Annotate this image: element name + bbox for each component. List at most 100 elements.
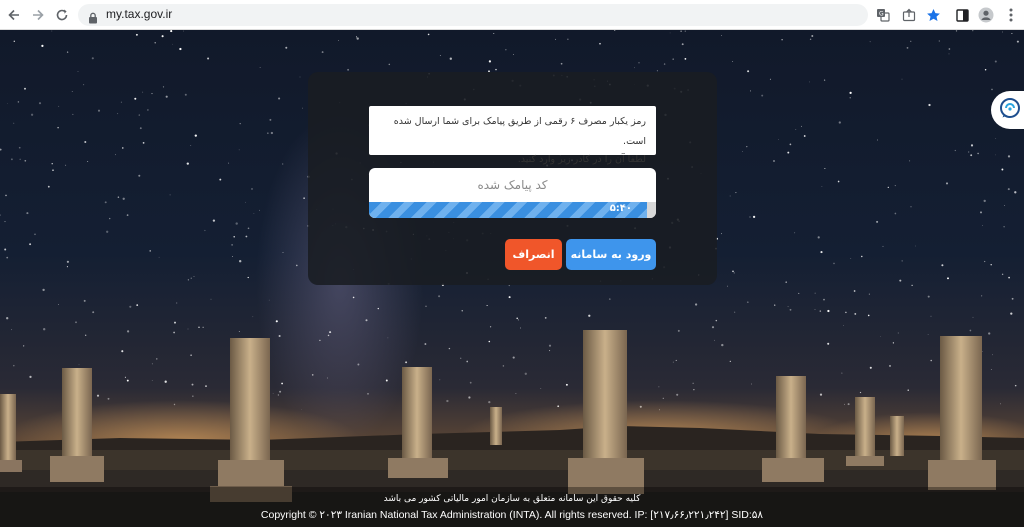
cancel-button[interactable]: انصراف [505, 239, 562, 270]
star [192, 395, 194, 397]
bookmark-star-icon[interactable] [924, 6, 942, 24]
star [277, 394, 280, 396]
star [638, 62, 640, 64]
star [715, 319, 718, 322]
star [329, 331, 332, 334]
star [508, 296, 511, 299]
star [301, 409, 302, 410]
share-icon[interactable] [900, 6, 918, 24]
star [489, 326, 492, 328]
star [405, 361, 408, 364]
star [191, 383, 194, 386]
star [868, 293, 870, 295]
star [721, 343, 724, 347]
otp-instructions-line2: لطفا آن را در کادر زیر وارد کنید. [517, 154, 646, 165]
star [138, 174, 141, 177]
forward-icon[interactable] [28, 5, 48, 25]
star [787, 306, 789, 308]
star [205, 385, 207, 387]
star [425, 305, 427, 307]
star [795, 129, 797, 130]
star [13, 40, 15, 42]
star [838, 121, 841, 124]
star [720, 35, 722, 37]
star [352, 296, 355, 299]
star [6, 256, 9, 259]
star [983, 199, 986, 203]
star [741, 151, 743, 152]
star [126, 379, 129, 382]
star [259, 67, 261, 69]
star [84, 140, 87, 144]
star [970, 154, 973, 157]
star [1010, 312, 1013, 315]
star [991, 88, 993, 91]
star [303, 197, 305, 199]
star [733, 272, 735, 274]
star [164, 380, 167, 383]
star [321, 51, 324, 54]
star [781, 39, 783, 41]
url-text: my.tax.gov.ir [106, 7, 173, 21]
back-icon[interactable] [4, 5, 24, 25]
star [66, 260, 69, 263]
star [269, 118, 272, 121]
star [147, 109, 149, 111]
star [26, 212, 29, 215]
timer-progress-bar: ۵:۴۰ [369, 202, 656, 218]
menu-icon[interactable] [1002, 6, 1020, 24]
sms-code-input[interactable] [369, 168, 656, 201]
star [58, 304, 60, 305]
star [732, 61, 734, 62]
star [41, 44, 44, 48]
star [238, 331, 240, 333]
star [897, 332, 899, 334]
star [251, 188, 253, 190]
star [259, 209, 260, 211]
side-panel-icon[interactable] [953, 6, 971, 24]
star [272, 393, 274, 394]
star [981, 295, 983, 297]
translate-icon[interactable]: G [874, 6, 892, 24]
lock-icon[interactable] [88, 9, 98, 24]
star [513, 54, 515, 56]
profile-icon[interactable] [977, 6, 995, 24]
star [693, 389, 695, 391]
star [1007, 155, 1011, 158]
star [78, 364, 80, 366]
star [910, 40, 912, 42]
star [488, 60, 492, 63]
star [821, 186, 823, 187]
star [823, 79, 826, 81]
login-button[interactable]: ورود به سامانه [566, 239, 656, 270]
star [994, 60, 997, 63]
star [948, 53, 950, 55]
star [803, 135, 806, 137]
star [972, 316, 974, 318]
star [811, 35, 814, 37]
star [928, 103, 931, 107]
browser-toolbar: my.tax.gov.ir G [0, 0, 1024, 30]
timer-progress-fill [369, 202, 647, 218]
star [930, 315, 932, 317]
star [6, 317, 9, 320]
star [365, 319, 368, 322]
chat-widget[interactable] [991, 91, 1024, 129]
address-bar[interactable]: my.tax.gov.ir [78, 4, 868, 26]
star [941, 264, 944, 267]
star [29, 375, 32, 379]
star [899, 279, 902, 282]
star [1014, 191, 1017, 194]
star [267, 132, 269, 134]
star [29, 243, 32, 246]
star [72, 113, 74, 115]
star [183, 30, 184, 32]
chat-support-icon[interactable] [999, 97, 1021, 123]
star [468, 396, 471, 399]
star [859, 391, 862, 394]
star [548, 344, 552, 347]
star [910, 206, 912, 208]
star [5, 194, 7, 197]
reload-icon[interactable] [52, 5, 72, 25]
star [984, 69, 987, 71]
